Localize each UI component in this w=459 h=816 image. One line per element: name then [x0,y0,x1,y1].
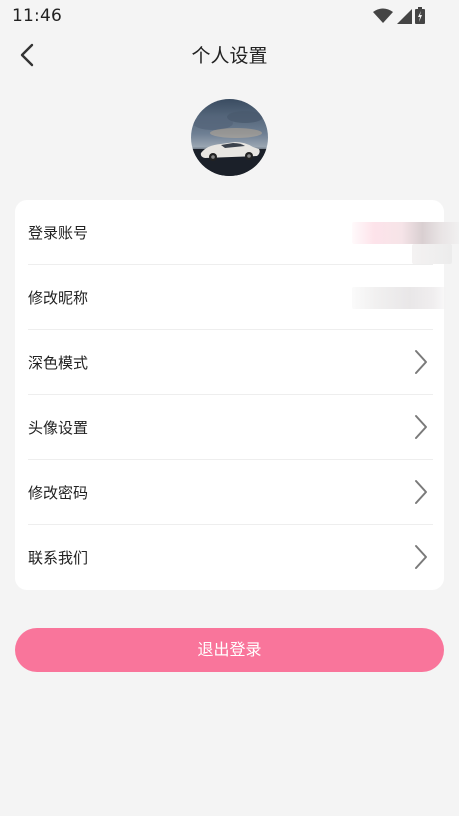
cellular-signal-icon [397,8,412,24]
logout-button[interactable]: 退出登录 [15,628,444,672]
chevron-right-icon [415,480,427,504]
chevron-right-icon [415,415,427,439]
blurred-account-value [352,222,459,244]
page-title: 个人设置 [191,45,268,67]
settings-card: 登录账号 修改昵称 深色模式 头像设置 修改密码 联系我们 [15,200,459,590]
settings-item-avatar-settings[interactable]: 头像设置 [28,395,433,460]
settings-item-contact-us[interactable]: 联系我们 [28,525,433,589]
status-bar: 11:46 [0,0,459,32]
blurred-account-value-shadow [412,244,452,264]
header: 个人设置 [0,32,459,78]
avatar[interactable] [191,99,268,176]
chevron-right-icon [415,350,427,374]
status-icons [373,7,425,24]
settings-item-label: 修改昵称 [28,289,89,307]
settings-item-label: 登录账号 [28,224,89,242]
settings-item-label: 修改密码 [28,484,89,502]
settings-item-change-password[interactable]: 修改密码 [28,460,433,525]
settings-item-label: 头像设置 [28,419,89,437]
settings-item-dark-mode[interactable]: 深色模式 [28,330,433,395]
settings-item-label: 联系我们 [28,549,89,567]
status-time: 11:46 [12,6,62,26]
blurred-nickname-value [352,287,448,309]
settings-item-login-account[interactable]: 登录账号 [28,200,459,265]
avatar-car-photo [191,99,268,176]
chevron-right-icon [415,545,427,569]
settings-item-label: 深色模式 [28,354,89,372]
settings-item-nickname[interactable]: 修改昵称 [28,265,448,330]
wifi-icon [373,8,393,23]
battery-charging-icon [415,7,425,24]
